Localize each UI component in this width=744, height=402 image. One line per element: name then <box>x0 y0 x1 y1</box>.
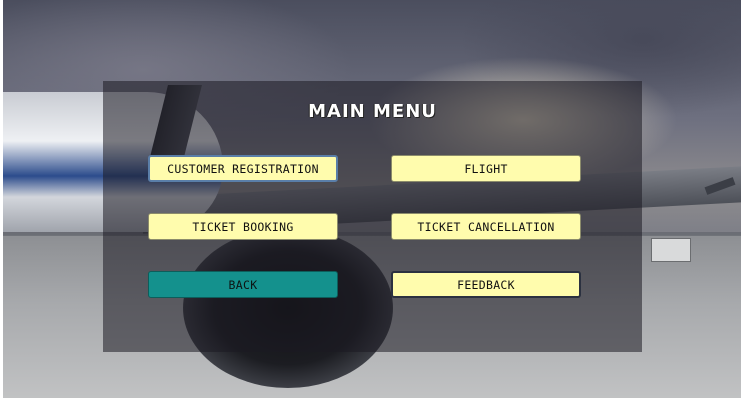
feedback-button[interactable]: FEEDBACK <box>391 271 581 298</box>
flight-button[interactable]: FLIGHT <box>391 155 581 182</box>
window-border-bottom <box>0 398 744 402</box>
ticket-cancellation-button[interactable]: TICKET CANCELLATION <box>391 213 581 240</box>
window-border-left <box>0 0 3 402</box>
customer-registration-button[interactable]: CUSTOMER REGISTRATION <box>148 155 338 182</box>
ticket-booking-button[interactable]: TICKET BOOKING <box>148 213 338 240</box>
page-title: MAIN MENU <box>308 101 437 122</box>
main-menu-panel: MAIN MENU CUSTOMER REGISTRATION FLIGHT T… <box>103 81 642 352</box>
ground-vehicle <box>651 238 691 262</box>
back-button[interactable]: BACK <box>148 271 338 298</box>
